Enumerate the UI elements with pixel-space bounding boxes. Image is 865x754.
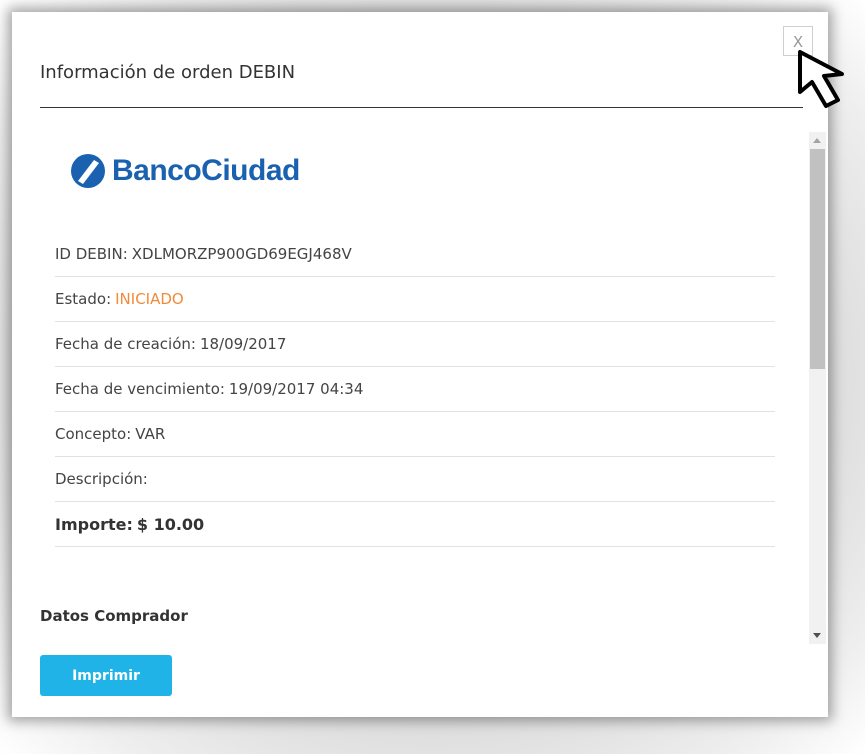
- amount-value: $ 10.00: [136, 514, 205, 534]
- detail-label: Descripción:: [55, 470, 148, 488]
- detail-value: XDLMORZP900GD69EGJ468V: [131, 245, 352, 263]
- bank-logo: BancoCiudad: [70, 149, 300, 193]
- detail-label: Fecha de creación:: [55, 335, 196, 353]
- detail-value: 19/09/2017 04:34: [228, 380, 364, 398]
- detail-row-concept: Concepto: VAR: [55, 412, 775, 457]
- buyer-section-title: Datos Comprador: [40, 607, 188, 625]
- detail-row-id: ID DEBIN: XDLMORZP900GD69EGJ468V: [55, 232, 775, 277]
- title-divider: [40, 107, 803, 108]
- detail-row-expiration-date: Fecha de vencimiento: 19/09/2017 04:34: [55, 367, 775, 412]
- modal-title: Información de orden DEBIN: [40, 62, 296, 83]
- detail-row-estado: Estado: INICIADO: [55, 277, 775, 322]
- status-value: INICIADO: [115, 290, 184, 308]
- detail-row-description: Descripción:: [55, 457, 775, 502]
- detail-label: ID DEBIN:: [55, 245, 128, 263]
- bank-name: BancoCiudad: [112, 154, 300, 187]
- detail-value: VAR: [135, 425, 166, 443]
- scroll-down-icon[interactable]: [813, 633, 821, 638]
- content-scrollbar[interactable]: [809, 132, 826, 644]
- mouse-pointer-icon: [798, 50, 844, 108]
- banco-ciudad-logo-icon: [71, 154, 105, 188]
- detail-row-creation-date: Fecha de creación: 18/09/2017: [55, 322, 775, 367]
- detail-label: Estado:: [55, 290, 112, 308]
- detail-value: 18/09/2017: [199, 335, 287, 353]
- scroll-thumb[interactable]: [810, 149, 825, 369]
- debin-order-modal: X Información de orden DEBIN BancoCiudad…: [12, 12, 828, 717]
- print-button[interactable]: Imprimir: [40, 655, 172, 696]
- detail-row-amount: Importe: $ 10.00: [55, 502, 775, 547]
- modal-content: BancoCiudad ID DEBIN: XDLMORZP900GD69EGJ…: [40, 112, 808, 642]
- order-details: ID DEBIN: XDLMORZP900GD69EGJ468V Estado:…: [55, 232, 775, 547]
- detail-label: Importe:: [55, 514, 133, 534]
- detail-label: Fecha de vencimiento:: [55, 380, 225, 398]
- detail-label: Concepto:: [55, 425, 132, 443]
- scroll-up-icon[interactable]: [813, 138, 821, 143]
